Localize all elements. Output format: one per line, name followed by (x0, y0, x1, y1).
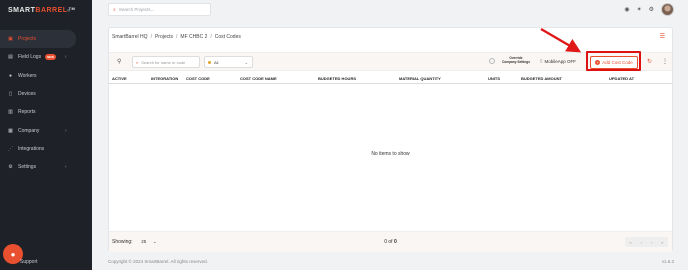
annotation-arrow-icon (540, 27, 582, 53)
